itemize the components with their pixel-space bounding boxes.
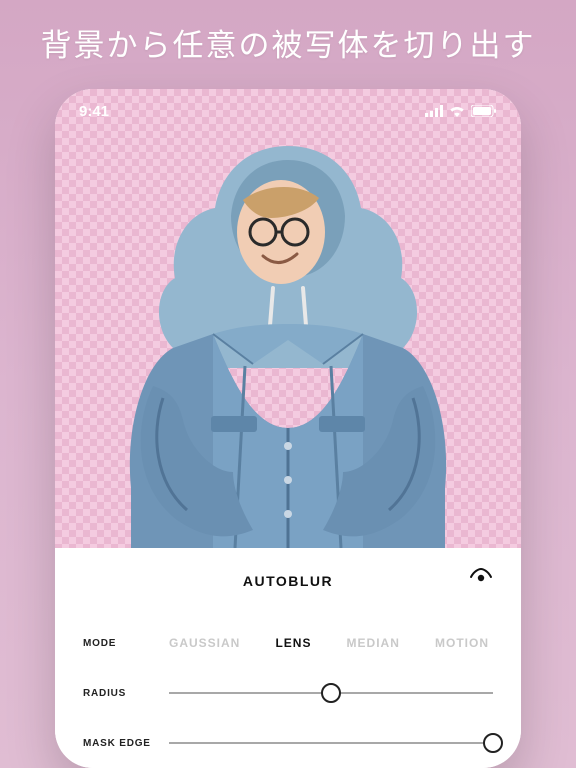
cellular-icon <box>425 105 443 117</box>
mode-row: MODE GAUSSIAN LENS MEDIAN MOTION <box>55 618 521 668</box>
wifi-icon <box>449 105 465 117</box>
marketing-headline: 背景から任意の被写体を切り出す <box>41 20 536 65</box>
mode-option-median[interactable]: MEDIAN <box>347 636 400 650</box>
slider-thumb[interactable] <box>483 733 503 753</box>
mode-label: MODE <box>83 638 169 649</box>
subject-cutout <box>113 128 463 548</box>
status-time: 9:41 <box>79 103 109 120</box>
device-frame: 9:41 <box>55 89 521 768</box>
mode-option-motion[interactable]: MOTION <box>435 636 489 650</box>
mode-option-lens[interactable]: LENS <box>275 636 311 650</box>
mask-edge-slider[interactable] <box>169 731 493 755</box>
status-right <box>425 105 497 117</box>
mask-edge-label: MASK EDGE <box>83 738 169 749</box>
mask-edge-row: MASK EDGE <box>55 718 521 768</box>
radius-row: RADIUS <box>55 668 521 718</box>
preview-toggle-button[interactable] <box>469 568 493 591</box>
mode-options: GAUSSIAN LENS MEDIAN MOTION <box>169 636 493 650</box>
slider-thumb[interactable] <box>321 683 341 703</box>
panel-title: AUTOBLUR <box>243 573 333 589</box>
slider-track <box>169 742 493 744</box>
controls-panel: AUTOBLUR MODE GAUSSIAN LENS MEDIAN MOTION R… <box>55 548 521 768</box>
mode-option-gaussian[interactable]: GAUSSIAN <box>169 636 240 650</box>
eye-icon <box>469 568 493 586</box>
battery-icon <box>471 105 497 117</box>
radius-slider[interactable] <box>169 681 493 705</box>
panel-title-row: AUTOBLUR <box>55 566 521 596</box>
radius-label: RADIUS <box>83 688 169 699</box>
status-bar: 9:41 <box>55 89 521 133</box>
photo-canvas[interactable]: 9:41 <box>55 89 521 548</box>
